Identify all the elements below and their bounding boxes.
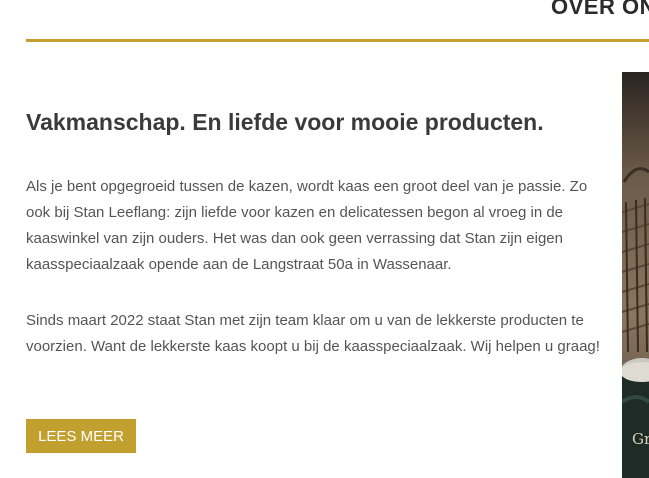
paragraph-intro: Als je bent opgegroeid tussen de kazen, … (26, 178, 588, 273)
headline: Vakmanschap. En liefde voor mooie produc… (26, 109, 544, 135)
cheese-basket-photo: Gr (622, 72, 649, 478)
divider (26, 39, 649, 42)
photo-text: Gr (632, 430, 649, 448)
paragraph-team: Sinds maart 2022 staat Stan met zijn tea… (26, 312, 600, 355)
section-heading: OVER ON (551, 0, 649, 19)
lees-meer-button[interactable]: LEES MEER (26, 419, 136, 453)
intro-section: Vakmanschap. En liefde voor mooie produc… (26, 106, 606, 390)
